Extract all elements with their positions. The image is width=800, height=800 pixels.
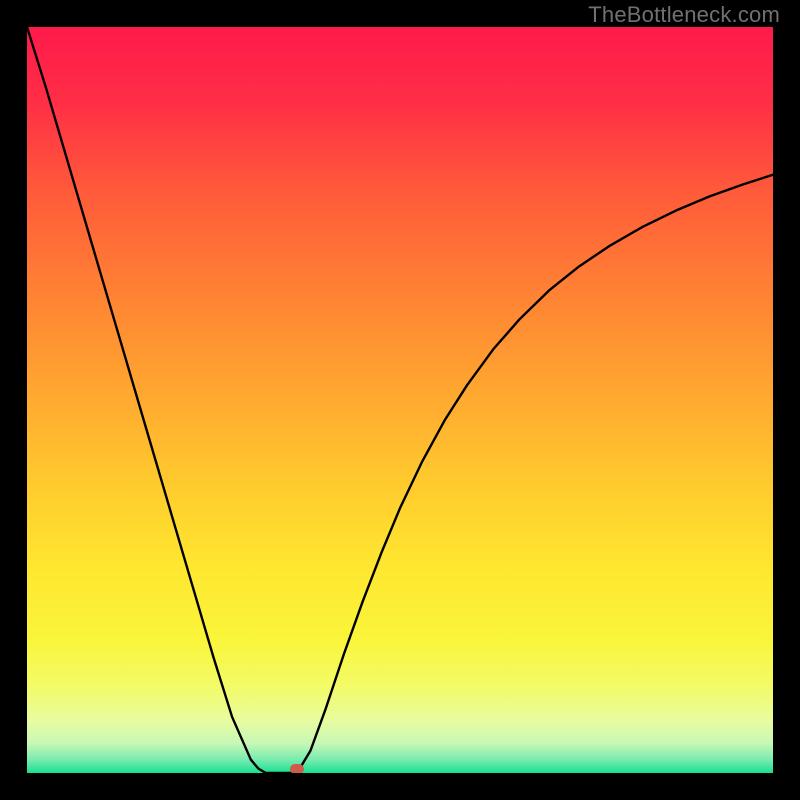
plot-area [27,27,773,773]
bottleneck-curve [27,27,773,773]
watermark-text: TheBottleneck.com [588,2,780,28]
optimal-point-marker [290,764,304,773]
chart-frame: TheBottleneck.com [0,0,800,800]
